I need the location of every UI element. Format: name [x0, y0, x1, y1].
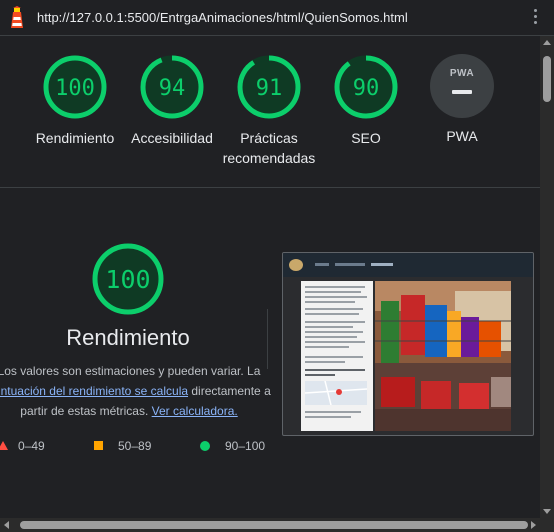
- gauge-score: 94: [159, 76, 186, 101]
- scroll-up-icon[interactable]: [543, 40, 551, 45]
- triangle-icon: [0, 441, 8, 450]
- gauge-score: 91: [256, 76, 283, 101]
- horizontal-scroll-thumb[interactable]: [20, 521, 528, 529]
- desc-text: Los valores son estimaciones y pueden va…: [0, 364, 261, 378]
- gauge-accessibility[interactable]: 94 Accesibilidad: [117, 54, 227, 148]
- thumbnail-nav-item: [315, 263, 329, 266]
- performance-title: Rendimiento: [66, 325, 190, 350]
- thumbnail-header: [283, 253, 533, 277]
- scrollbar-corner: [540, 518, 554, 532]
- gauge-ring-icon: 100: [43, 55, 107, 119]
- scroll-left-icon[interactable]: [4, 521, 9, 529]
- gauge-best-practices[interactable]: 91 Prácticas recomendadas: [214, 54, 324, 168]
- thumbnail-nav-item: [335, 263, 365, 266]
- gauge-ring-icon: 91: [237, 55, 301, 119]
- gauge-ring-icon: 94: [140, 55, 204, 119]
- vertical-scroll-thumb[interactable]: [543, 56, 551, 102]
- scroll-down-icon[interactable]: [543, 509, 551, 514]
- square-icon: [94, 441, 103, 450]
- thumbnail-nav-item: [371, 263, 393, 266]
- pwa-badge-text: PWA: [449, 68, 475, 79]
- url-text[interactable]: http://127.0.0.1:5500/EntrgaAnimaciones/…: [37, 10, 408, 25]
- divider: [267, 309, 268, 369]
- legend-average-label: 50–89: [118, 439, 152, 453]
- gauge-label: Rendimiento: [35, 130, 115, 146]
- gauge-label: Accesibilidad: [131, 130, 213, 146]
- dash-icon: [452, 90, 472, 94]
- url-bar: http://127.0.0.1:5500/EntrgaAnimaciones/…: [0, 0, 554, 36]
- gauge-seo[interactable]: 90 SEO: [311, 54, 421, 148]
- legend-pass-label: 90–100: [225, 439, 266, 453]
- horizontal-scrollbar[interactable]: [0, 518, 554, 532]
- score-calc-link[interactable]: puntuación del rendimiento se calcula: [0, 384, 188, 398]
- legend-fail-label: 0–49: [18, 439, 45, 453]
- gauge-label: SEO: [351, 130, 381, 146]
- gauge-pwa[interactable]: PWA PWA: [407, 54, 517, 146]
- vertical-scrollbar[interactable]: [540, 36, 554, 518]
- circle-icon: [200, 441, 210, 451]
- gauge-score: 90: [353, 76, 380, 101]
- kebab-menu-icon[interactable]: [532, 9, 538, 27]
- play-area-photo: [375, 281, 511, 431]
- thumbnail-text-column: [301, 281, 373, 431]
- gauge-label: Prácticas recomendadas: [222, 130, 316, 166]
- calculator-link[interactable]: Ver calculadora.: [152, 404, 238, 418]
- performance-score: 100: [105, 265, 150, 294]
- final-screenshot-thumbnail[interactable]: [282, 252, 534, 436]
- gauge-label: PWA: [446, 128, 478, 144]
- gauge-performance[interactable]: 100 Rendimiento: [20, 54, 130, 148]
- score-summary: 100 Rendimiento 94 Accesibilidad 91 Prác…: [0, 36, 540, 188]
- performance-gauge: 100: [92, 243, 164, 315]
- map-image: [304, 380, 368, 406]
- gauge-ring-icon: 90: [334, 55, 398, 119]
- pwa-badge-icon: PWA: [430, 54, 494, 118]
- lighthouse-icon: [11, 6, 23, 28]
- gauge-score: 100: [55, 76, 95, 101]
- scroll-right-icon[interactable]: [531, 521, 536, 529]
- performance-description: Los valores son estimaciones y pueden va…: [0, 361, 274, 421]
- site-logo-icon: [289, 259, 303, 271]
